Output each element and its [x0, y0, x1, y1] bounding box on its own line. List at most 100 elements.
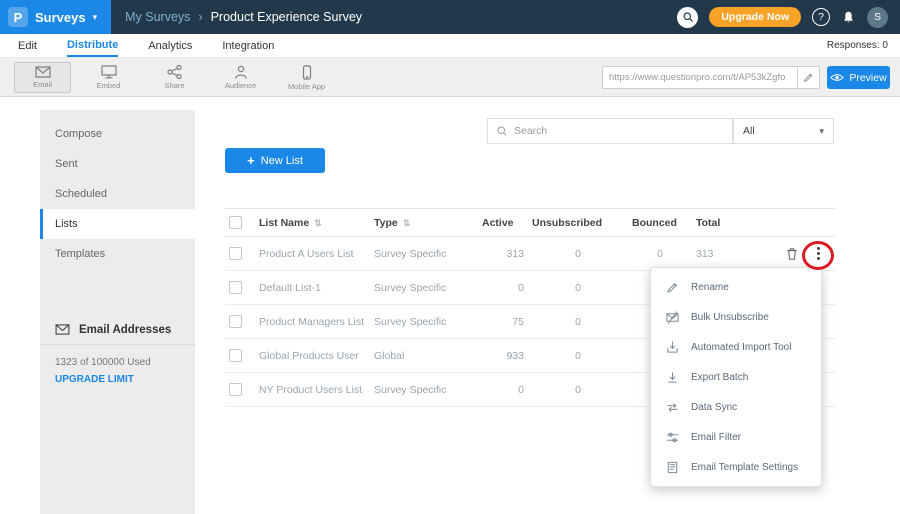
mobile-app-icon	[299, 65, 315, 80]
topbar: P Surveys ▾ My Surveys › Product Experie…	[0, 0, 900, 34]
tab-edit[interactable]: Edit	[18, 34, 37, 57]
search-icon	[496, 125, 508, 137]
user-avatar[interactable]: S	[867, 7, 888, 28]
menu-item-label: Bulk Unsubscribe	[691, 312, 769, 323]
embed-icon	[101, 65, 117, 79]
list-name-link[interactable]: Product Managers List	[255, 305, 370, 339]
channel-email[interactable]: Email	[14, 62, 71, 93]
menu-item-label: Data Sync	[691, 402, 737, 413]
global-search-button[interactable]	[677, 7, 698, 28]
breadcrumb-parent[interactable]: My Surveys	[125, 10, 190, 24]
cell-active: 75	[478, 305, 528, 339]
channel-label: Audience	[225, 81, 256, 90]
upgrade-limit-link[interactable]: UPGRADE LIMIT	[40, 368, 195, 391]
menu-item-automated-import-tool[interactable]: Automated Import Tool	[651, 332, 821, 362]
menu-item-bulk-unsubscribe[interactable]: Bulk Unsubscribe	[651, 302, 821, 332]
list-name-link[interactable]: Global Products User	[255, 339, 370, 373]
survey-url-input[interactable]	[603, 72, 797, 83]
menu-item-rename[interactable]: Rename	[651, 272, 821, 302]
bulk-unsubscribe-icon	[665, 310, 679, 324]
help-button[interactable]: ?	[812, 8, 830, 26]
product-switcher[interactable]: P Surveys ▾	[0, 0, 111, 34]
cell-unsubscribed: 0	[528, 305, 628, 339]
sidebar-item-scheduled[interactable]: Scheduled	[40, 179, 195, 209]
table-header-row: List Name⇅ Type⇅ Active Unsubscribed Bou…	[225, 209, 835, 237]
tab-integration[interactable]: Integration	[222, 34, 274, 57]
menu-item-export-batch[interactable]: Export Batch	[651, 362, 821, 392]
tab-distribute[interactable]: Distribute	[67, 34, 118, 57]
preview-label: Preview	[849, 72, 886, 84]
rename-icon	[665, 280, 679, 294]
new-list-label: New List	[261, 155, 303, 167]
email-addresses-section: Email Addresses 1323 of 100000 Used UPGR…	[40, 315, 195, 391]
channel-audience[interactable]: Audience	[212, 62, 269, 93]
email-sidebar: Compose Sent Scheduled Lists Templates E…	[40, 110, 195, 514]
preview-button[interactable]: Preview	[827, 66, 890, 89]
cell-active: 313	[478, 237, 528, 271]
delete-list-icon[interactable]	[786, 247, 798, 261]
menu-item-email-filter[interactable]: Email Filter	[651, 422, 821, 452]
app-root: P Surveys ▾ My Surveys › Product Experie…	[0, 0, 900, 514]
questionpro-logo-icon: P	[8, 7, 28, 27]
audience-icon	[233, 65, 249, 79]
sort-icon[interactable]: ⇅	[403, 218, 411, 228]
new-list-button[interactable]: + New List	[225, 148, 325, 173]
email-filter-icon	[665, 430, 679, 444]
list-name-link[interactable]: NY Product Users List	[255, 373, 370, 407]
upgrade-now-button[interactable]: Upgrade Now	[709, 7, 801, 27]
sidebar-item-sent[interactable]: Sent	[40, 149, 195, 179]
notifications-bell-icon[interactable]	[841, 10, 856, 25]
sort-icon[interactable]: ⇅	[314, 218, 322, 228]
menu-item-data-sync[interactable]: Data Sync	[651, 392, 821, 422]
plus-icon: +	[247, 154, 255, 167]
table-row: Product A Users List Survey Specific 313…	[225, 237, 835, 271]
row-menu-kebab-icon[interactable]	[811, 246, 825, 262]
row-checkbox[interactable]	[229, 281, 242, 294]
channel-label: Share	[164, 81, 184, 90]
data-sync-icon	[665, 400, 679, 414]
cell-unsubscribed: 0	[528, 339, 628, 373]
sidebar-item-templates[interactable]: Templates	[40, 239, 195, 269]
channel-embed[interactable]: Embed	[80, 62, 137, 93]
cell-active: 0	[478, 271, 528, 305]
cell-bounced: 0	[628, 237, 692, 271]
share-icon	[167, 65, 182, 79]
select-all-checkbox[interactable]	[229, 216, 242, 229]
column-header-unsubscribed: Unsubscribed	[528, 209, 628, 237]
cell-type: Survey Specific	[370, 373, 478, 407]
list-filter-dropdown[interactable]: All ▾	[733, 118, 834, 144]
envelope-icon	[55, 324, 70, 335]
menu-item-label: Export Batch	[691, 372, 748, 383]
list-name-link[interactable]: Product A Users List	[255, 237, 370, 271]
sidebar-item-lists[interactable]: Lists	[40, 209, 195, 239]
tab-analytics[interactable]: Analytics	[148, 34, 192, 57]
cell-unsubscribed: 0	[528, 237, 628, 271]
channel-label: Email	[33, 80, 52, 89]
eye-icon	[830, 73, 844, 82]
menu-item-label: Rename	[691, 282, 729, 293]
channel-mobile-app[interactable]: Mobile App	[278, 62, 335, 93]
product-name: Surveys	[35, 10, 86, 25]
email-usage-text: 1323 of 100000 Used	[40, 345, 195, 368]
edit-url-button[interactable]	[797, 67, 819, 88]
cell-type: Survey Specific	[370, 305, 478, 339]
row-checkbox[interactable]	[229, 315, 242, 328]
list-search-field	[487, 118, 733, 144]
export-batch-icon	[665, 370, 679, 384]
row-actions	[758, 246, 831, 262]
channel-share[interactable]: Share	[146, 62, 203, 93]
breadcrumb: My Surveys › Product Experience Survey	[125, 10, 362, 24]
list-search-input[interactable]	[514, 125, 724, 137]
content: Compose Sent Scheduled Lists Templates E…	[0, 97, 900, 514]
cell-type: Global	[370, 339, 478, 373]
menu-item-label: Email Filter	[691, 432, 741, 443]
search-icon	[682, 11, 694, 23]
list-name-link[interactable]: Default List-1	[255, 271, 370, 305]
cell-active: 933	[478, 339, 528, 373]
row-checkbox[interactable]	[229, 247, 242, 260]
row-checkbox[interactable]	[229, 383, 242, 396]
menu-item-email-template-settings[interactable]: Email Template Settings	[651, 452, 821, 482]
row-checkbox[interactable]	[229, 349, 242, 362]
sidebar-item-compose[interactable]: Compose	[40, 119, 195, 149]
column-header-total: Total	[692, 209, 754, 237]
